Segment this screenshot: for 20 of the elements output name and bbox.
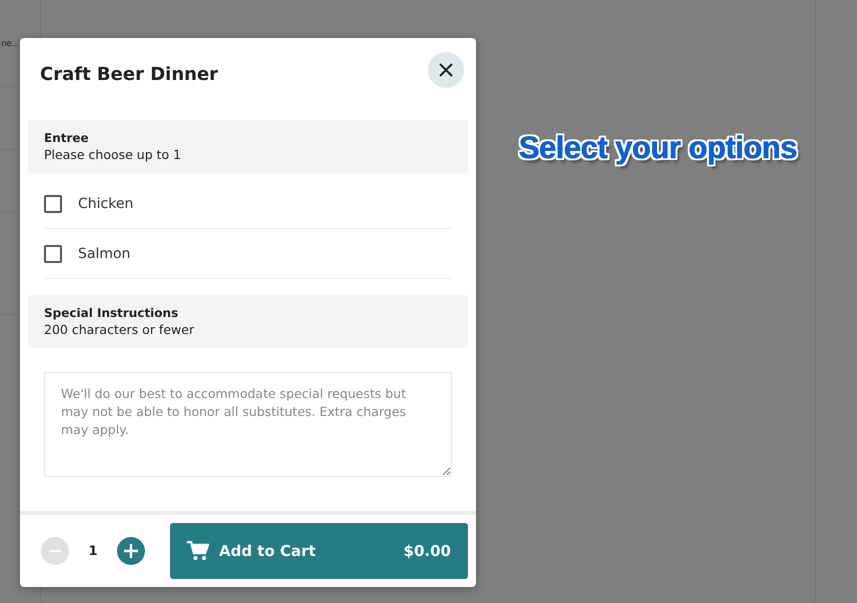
- callout-text: Select your options: [518, 130, 797, 166]
- list-item-text: ne...: [1, 38, 19, 48]
- section-title: Special Instructions: [44, 306, 180, 320]
- close-button[interactable]: [428, 52, 464, 88]
- checkbox[interactable]: [44, 244, 62, 262]
- checkbox[interactable]: [44, 194, 62, 212]
- option-label[interactable]: Chicken: [78, 196, 134, 212]
- plus-icon: [124, 544, 138, 558]
- close-icon: [439, 63, 453, 77]
- section-title: Entree: [44, 131, 90, 145]
- price: $0.00: [404, 542, 451, 560]
- section-subtitle: 200 characters or fewer: [44, 322, 196, 337]
- section-subtitle: Please choose up to 1: [44, 147, 182, 162]
- increase-button[interactable]: [117, 537, 145, 565]
- cart-icon: [187, 541, 209, 561]
- instructions-field[interactable]: We'll do our best to accommodate special requests but may not be able to honor all substitutes. Extra charges may apply.: [44, 372, 452, 477]
- quantity-value: 1: [87, 544, 99, 558]
- option-label[interactable]: Salmon: [78, 246, 130, 262]
- add-to-cart-button[interactable]: Add to Cart $0.00: [170, 523, 468, 579]
- dialog-title: Craft Beer Dinner: [40, 64, 218, 84]
